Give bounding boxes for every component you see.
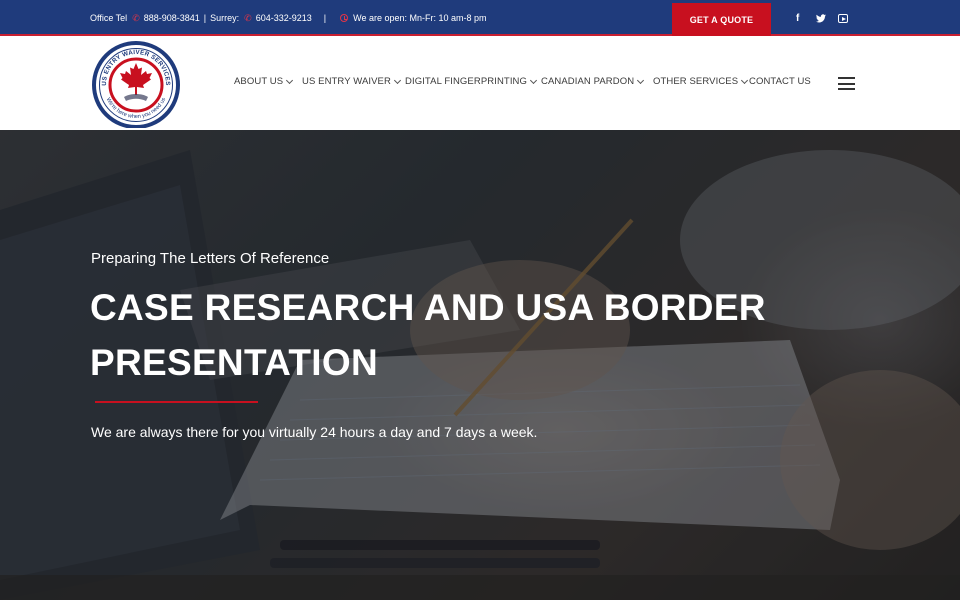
surrey-label: Surrey: bbox=[210, 13, 240, 23]
nav-item-digital-fingerprinting[interactable]: DIGITAL FINGERPRINTING bbox=[405, 76, 538, 87]
nav-item-canadian-pardon[interactable]: CANADIAN PARDON bbox=[541, 76, 645, 87]
hero-subtitle: Preparing The Letters Of Reference bbox=[91, 250, 330, 267]
phone-icon: ✆ bbox=[132, 12, 140, 23]
hero-title: CASE RESEARCH AND USA BORDER PRESENTATIO… bbox=[90, 287, 766, 383]
nav-item-about-us[interactable]: ABOUT US bbox=[234, 76, 294, 87]
site-header: US ENTRY WAIVER SERVICES We're here when… bbox=[0, 38, 960, 130]
clock-icon bbox=[340, 14, 349, 22]
opening-hours: We are open: Mn-Fr: 10 am-8 pm bbox=[353, 13, 487, 23]
top-bar: Office Tel ✆ 888-908-3841 | Surrey: ✆ 60… bbox=[0, 0, 960, 36]
chevron-down-icon bbox=[741, 76, 749, 84]
office-phone-link[interactable]: 888-908-3841 bbox=[144, 13, 200, 23]
surrey-phone-link[interactable]: 604-332-9213 bbox=[256, 13, 312, 23]
nav-item-us-entry-waiver[interactable]: US ENTRY WAIVER bbox=[302, 76, 401, 87]
hero-banner: Preparing The Letters Of Reference CASE … bbox=[0, 130, 960, 600]
hamburger-menu-icon[interactable] bbox=[838, 77, 855, 90]
contact-info: Office Tel ✆ 888-908-3841 | Surrey: ✆ 60… bbox=[90, 0, 487, 36]
youtube-icon[interactable] bbox=[838, 0, 848, 36]
separator: | bbox=[203, 13, 207, 23]
divider: | bbox=[323, 13, 327, 23]
chevron-down-icon bbox=[286, 76, 294, 84]
chevron-down-icon bbox=[637, 76, 645, 84]
twitter-icon[interactable] bbox=[816, 0, 826, 36]
nav-item-other-services[interactable]: OTHER SERVICES bbox=[653, 76, 749, 87]
chevron-down-icon bbox=[393, 76, 401, 84]
chevron-down-icon bbox=[529, 76, 538, 84]
phone-icon: ✆ bbox=[244, 12, 252, 23]
main-nav: ABOUT US US ENTRY WAIVER DIGITAL FINGERP… bbox=[0, 76, 960, 92]
nav-item-contact-us[interactable]: CONTACT US bbox=[749, 76, 811, 87]
hero-tagline: We are always there for you virtually 24… bbox=[91, 424, 538, 440]
get-a-quote-button[interactable]: GET A QUOTE bbox=[672, 3, 771, 36]
office-tel-label: Office Tel bbox=[90, 13, 128, 23]
hero-divider bbox=[95, 401, 258, 403]
facebook-icon[interactable]: f bbox=[796, 0, 799, 36]
